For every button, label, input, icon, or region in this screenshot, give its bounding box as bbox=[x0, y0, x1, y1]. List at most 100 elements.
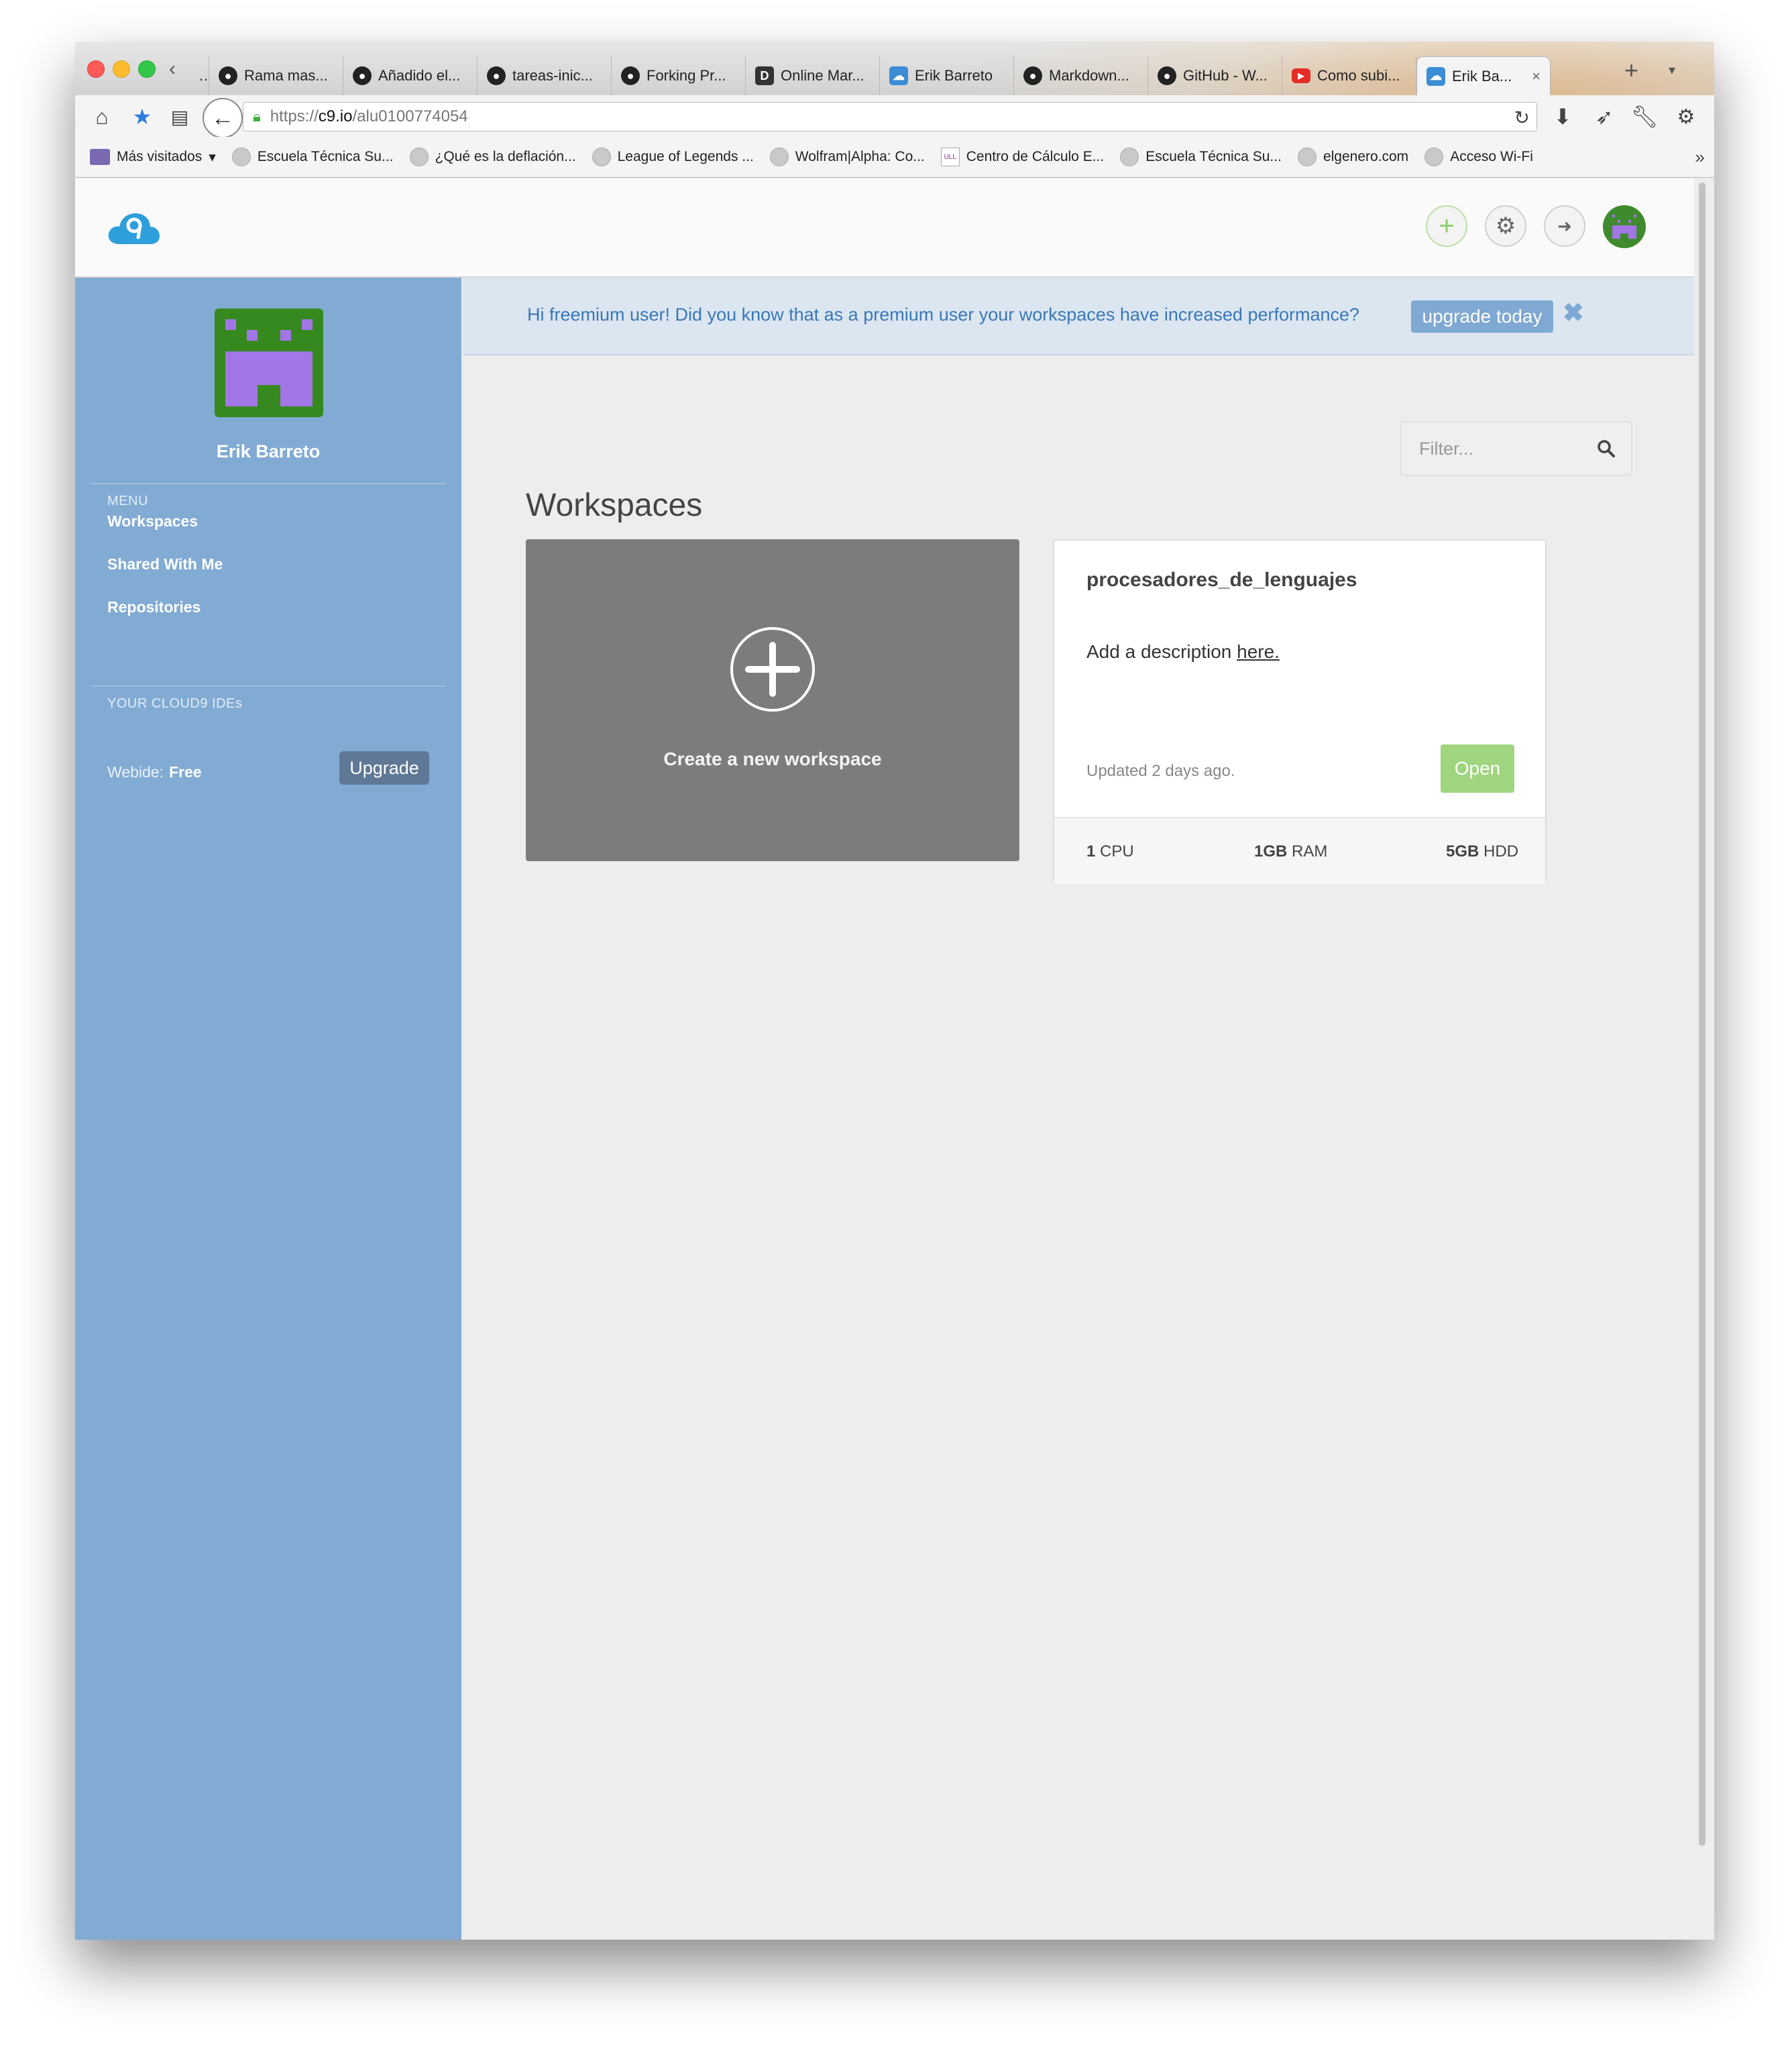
create-workspace-card[interactable]: Create a new workspace bbox=[526, 539, 1019, 861]
tab[interactable]: ● GitHub - W... bbox=[1148, 56, 1282, 95]
navigation-toolbar: ⌂ ★ ▤ ← 🔒︎ https://c9.io/alu0100774054 ↻… bbox=[75, 95, 1714, 138]
back-button[interactable]: ← bbox=[203, 98, 243, 138]
bookmark-item[interactable]: Escuela Técnica Su... bbox=[231, 148, 394, 166]
spec-hdd-value: 5GB bbox=[1446, 842, 1479, 861]
filter-box bbox=[1400, 421, 1632, 476]
tab[interactable]: … bbox=[189, 56, 209, 95]
tab-close-icon[interactable]: × bbox=[1532, 68, 1541, 85]
open-workspace-button[interactable]: Open bbox=[1441, 744, 1514, 793]
app-header: + ⚙ ➜ bbox=[75, 178, 1694, 278]
workspace-name[interactable]: procesadores_de_lenguajes bbox=[1086, 569, 1357, 592]
tab-list-dropdown-icon[interactable]: ▾ bbox=[1669, 62, 1675, 78]
tab-label: Como subi... bbox=[1317, 67, 1400, 84]
gear-icon[interactable]: ⚙ bbox=[1674, 105, 1698, 129]
tab-label: Online Mar... bbox=[781, 67, 864, 84]
youtube-icon: ▶ bbox=[1292, 68, 1310, 83]
home-icon[interactable]: ⌂ bbox=[90, 105, 114, 129]
globe-icon bbox=[769, 148, 789, 166]
scrollbar-thumb[interactable] bbox=[1699, 182, 1705, 1846]
browser-window: ‹ … ● Rama mas... ● Añadido el... ● tareas-… bbox=[75, 42, 1714, 1940]
workspace-card: procesadores_de_lenguajes Add a descript… bbox=[1053, 539, 1547, 884]
reload-icon[interactable]: ↻ bbox=[1514, 107, 1530, 129]
tab[interactable]: ● Rama mas... bbox=[209, 56, 343, 95]
sign-out-icon: ➜ bbox=[1557, 215, 1572, 236]
spec-ram-unit: RAM bbox=[1292, 842, 1328, 861]
url-bar[interactable]: 🔒︎ https://c9.io/alu0100774054 ↻ bbox=[243, 102, 1537, 131]
logout-button[interactable]: ➜ bbox=[1544, 205, 1585, 247]
plan-info: Webide: Free bbox=[107, 763, 202, 781]
close-window-button[interactable] bbox=[87, 60, 105, 78]
github-icon: ● bbox=[487, 66, 506, 85]
bookmark-label: Acceso Wi-Fi bbox=[1450, 149, 1533, 164]
bookmark-item[interactable]: elgenero.com bbox=[1297, 148, 1409, 166]
new-tab-button[interactable]: + bbox=[1624, 56, 1638, 85]
tab[interactable]: ▶ Como subi... bbox=[1282, 56, 1416, 95]
add-description-link[interactable]: here. bbox=[1237, 641, 1280, 662]
search-icon[interactable] bbox=[1596, 439, 1616, 459]
globe-icon bbox=[1424, 148, 1444, 166]
tab-label: tareas-inic... bbox=[512, 67, 593, 84]
cloud9-logo-icon[interactable] bbox=[107, 209, 161, 247]
close-icon[interactable]: ✖ bbox=[1563, 298, 1584, 328]
description-text: Add a description bbox=[1086, 641, 1237, 662]
tab[interactable]: ● Forking Pr... bbox=[612, 56, 746, 95]
github-icon: ● bbox=[1023, 66, 1042, 85]
tab-strip: ‹ … ● Rama mas... ● Añadido el... ● tareas-… bbox=[75, 42, 1714, 96]
tab-scroll-left-icon[interactable]: ‹ bbox=[169, 58, 176, 80]
download-icon[interactable]: ⬇ bbox=[1551, 105, 1575, 129]
page-scrollbar[interactable] bbox=[1697, 182, 1707, 1846]
bookmark-item[interactable]: ULL Centro de Cálculo E... bbox=[940, 148, 1105, 166]
url-path: /alu0100774054 bbox=[352, 107, 468, 125]
globe-icon bbox=[231, 148, 251, 166]
spec-ram: 1GB RAM bbox=[1254, 842, 1327, 861]
tab-label: Erik Ba... bbox=[1452, 67, 1512, 85]
globe-icon bbox=[409, 148, 429, 166]
bookmark-item[interactable]: League of Legends ... bbox=[592, 148, 754, 166]
bookmark-star-icon[interactable]: ★ bbox=[130, 105, 154, 129]
divider bbox=[91, 483, 445, 484]
chevron-down-icon: ▾ bbox=[209, 149, 216, 165]
user-avatar-button[interactable] bbox=[1603, 205, 1646, 248]
github-icon: ● bbox=[621, 66, 640, 85]
settings-button[interactable]: ⚙ bbox=[1485, 205, 1526, 247]
plus-circle-icon bbox=[730, 627, 815, 712]
github-icon: ● bbox=[1158, 66, 1176, 85]
minimize-window-button[interactable] bbox=[113, 60, 130, 78]
sidebar-item-shared-with-me[interactable]: Shared With Me bbox=[107, 555, 223, 573]
bookmark-label: Escuela Técnica Su... bbox=[1145, 149, 1282, 164]
wrench-icon[interactable]: 🔧︎ bbox=[1631, 105, 1659, 129]
send-icon[interactable]: ➶ bbox=[1592, 105, 1616, 129]
tab[interactable]: ● Markdown... bbox=[1014, 56, 1148, 95]
bookmark-item[interactable]: Escuela Técnica Su... bbox=[1120, 148, 1282, 166]
tab[interactable]: D Online Mar... bbox=[746, 56, 880, 95]
spec-ram-value: 1GB bbox=[1254, 842, 1288, 861]
create-workspace-button[interactable]: + bbox=[1426, 205, 1467, 247]
tab-label: Markdown... bbox=[1049, 67, 1129, 84]
tab-list: … ● Rama mas... ● Añadido el... ● tareas-in… bbox=[189, 56, 1551, 95]
page-title: Workspaces bbox=[526, 488, 703, 523]
sidebar-item-repositories[interactable]: Repositories bbox=[107, 598, 201, 616]
sidebar-item-workspaces[interactable]: Workspaces bbox=[107, 512, 198, 531]
upgrade-today-button[interactable]: upgrade today bbox=[1411, 300, 1553, 333]
ides-caption: YOUR CLOUD9 IDEs bbox=[107, 696, 243, 711]
bookmark-item[interactable]: Acceso Wi-Fi bbox=[1424, 148, 1533, 166]
github-icon: ● bbox=[219, 66, 237, 85]
filter-input[interactable] bbox=[1418, 437, 1595, 460]
bookmarks-list-icon[interactable]: ▤ bbox=[168, 105, 192, 129]
bookmark-folder[interactable]: Más visitados ▾ bbox=[90, 149, 216, 166]
bookmark-item[interactable]: Wolfram|Alpha: Co... bbox=[769, 148, 925, 166]
bookmark-label: Más visitados bbox=[117, 149, 203, 164]
tab[interactable]: ● tareas-inic... bbox=[478, 56, 612, 95]
tab[interactable]: ☁ Erik Barreto bbox=[880, 56, 1014, 95]
more-bookmarks-icon[interactable]: » bbox=[1695, 147, 1705, 168]
hamburger-menu-icon[interactable]: ≡ bbox=[1709, 105, 1714, 129]
tab-active[interactable]: ☁ Erik Ba... × bbox=[1416, 56, 1551, 95]
zoom-window-button[interactable] bbox=[138, 60, 156, 78]
avatar[interactable] bbox=[215, 309, 323, 417]
upgrade-button[interactable]: Upgrade bbox=[339, 751, 429, 785]
bookmark-item[interactable]: ¿Qué es la deflación... bbox=[409, 148, 576, 166]
bookmark-label: Centro de Cálculo E... bbox=[966, 149, 1105, 164]
workspace-specs: 1 CPU 1GB RAM 5GB HDD bbox=[1054, 817, 1545, 884]
bookmark-label: elgenero.com bbox=[1323, 149, 1409, 164]
tab[interactable]: ● Añadido el... bbox=[343, 56, 478, 95]
